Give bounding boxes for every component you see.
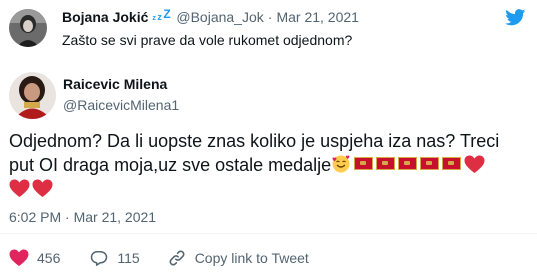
- tweet-text-line-1: Odjednom? Da li uopste znas koliko je us…: [9, 131, 500, 151]
- tweet-text-line-2-text: put OI draga moja,uz sve ostale medalje: [9, 155, 332, 175]
- montenegro-flag-icon: [420, 157, 440, 170]
- montenegro-flag-icon: [442, 157, 462, 170]
- replied-user-handle[interactable]: @Bojana_Jok: [176, 8, 263, 26]
- replied-user-avatar[interactable]: [9, 9, 47, 47]
- replied-tweet-date[interactable]: Mar 21, 2021: [276, 8, 359, 26]
- sleeping-emoji-icon: z z Z: [152, 7, 171, 22]
- replied-tweet-text: Zašto se svi prave da vole rukomet odjed…: [62, 32, 353, 48]
- divider: [0, 233, 537, 234]
- tweet-actions: 456 115 Copy link to Tweet: [9, 248, 309, 268]
- twitter-logo-icon[interactable]: [505, 9, 526, 26]
- reply-bubble-icon: [91, 251, 108, 266]
- red-heart-icon: [32, 179, 53, 197]
- replied-tweet-header: Bojana Jokić z z Z @Bojana_Jok · Mar 21,…: [62, 8, 359, 26]
- author-name[interactable]: Raicevic Milena: [63, 75, 167, 93]
- heart-filled-icon: [9, 249, 29, 267]
- montenegro-flag-icon: [354, 157, 374, 170]
- tweet-timestamp[interactable]: 6:02 PM · Mar 21, 2021: [9, 208, 156, 226]
- copy-link-label: Copy link to Tweet: [194, 250, 309, 266]
- reply-button[interactable]: 115: [89, 248, 140, 268]
- author-handle[interactable]: @RaicevicMilena1: [63, 96, 179, 114]
- red-heart-icon: [9, 179, 30, 197]
- reply-count: 115: [117, 250, 140, 266]
- tweet-text: Odjednom? Da li uopste znas koliko je us…: [9, 129, 531, 201]
- red-heart-icon: [464, 155, 485, 173]
- copy-link-button[interactable]: Copy link to Tweet: [167, 248, 309, 268]
- tweet-text-line-2: put OI draga moja,uz sve ostale medalje: [9, 153, 531, 177]
- like-button[interactable]: 456: [9, 249, 60, 267]
- like-count: 456: [37, 250, 61, 266]
- replied-user-name[interactable]: Bojana Jokić: [62, 8, 148, 26]
- montenegro-flag-icon: [398, 157, 418, 170]
- separator-dot: ·: [267, 9, 273, 25]
- tweet-text-line-3: [9, 177, 531, 201]
- author-avatar[interactable]: [9, 72, 56, 119]
- link-icon: [169, 250, 185, 266]
- smiling-face-with-hearts-icon: [332, 155, 350, 173]
- montenegro-flag-icon: [376, 157, 396, 170]
